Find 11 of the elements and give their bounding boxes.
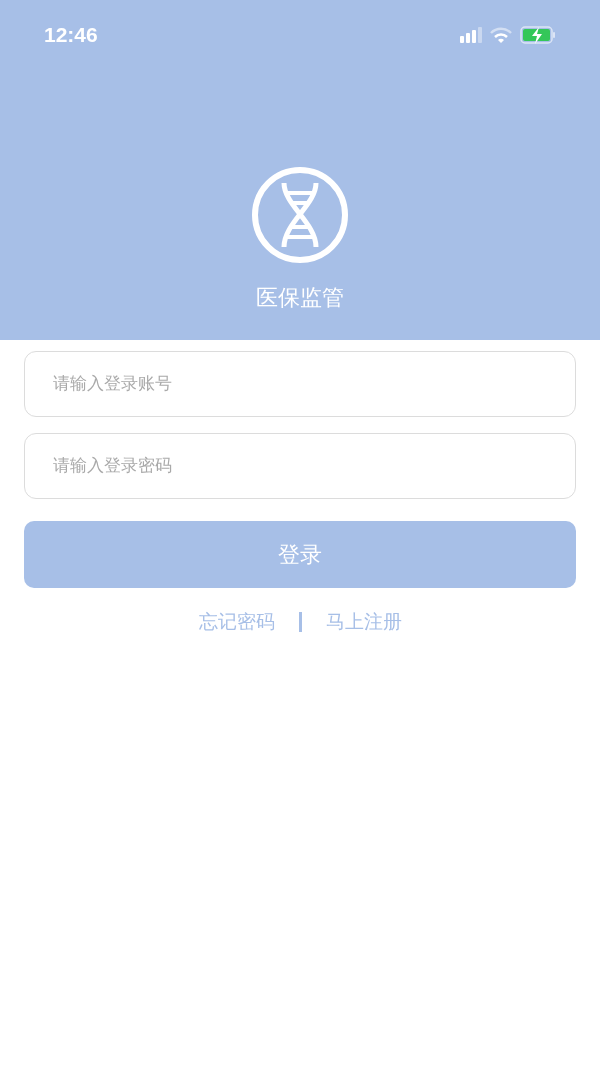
account-field[interactable]: 请输入登录账号 — [24, 351, 576, 417]
battery-charging-icon — [520, 26, 556, 44]
password-field[interactable]: 请输入登录密码 — [24, 433, 576, 499]
dna-logo-icon — [250, 165, 350, 265]
app-title: 医保监管 — [256, 284, 344, 312]
login-button[interactable]: 登录 — [24, 521, 576, 588]
status-time: 12:46 — [44, 22, 98, 49]
wifi-icon — [490, 27, 512, 43]
register-link[interactable]: 马上注册 — [325, 608, 402, 637]
forgot-password-link[interactable]: 忘记密码 — [198, 608, 275, 637]
signal-icon — [460, 27, 482, 43]
